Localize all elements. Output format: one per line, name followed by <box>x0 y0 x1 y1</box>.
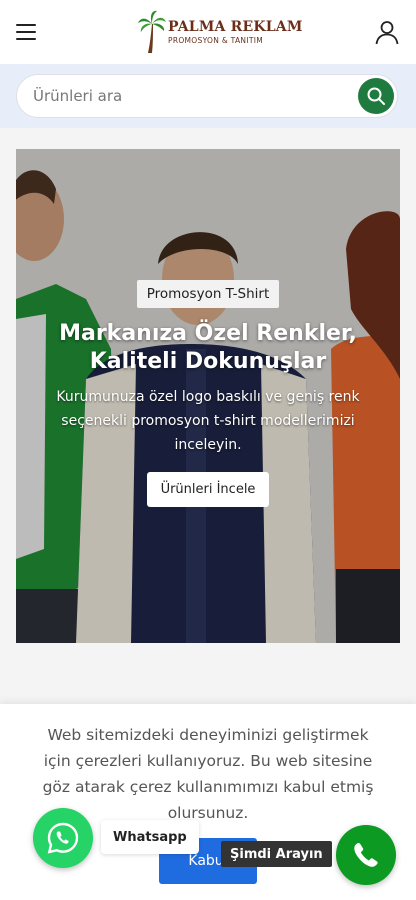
search-icon <box>367 87 385 105</box>
hero-description: Kurumunuza özel logo baskılı ve geniş re… <box>56 389 360 453</box>
search-box <box>16 74 398 118</box>
palm-tree-icon <box>138 10 166 53</box>
whatsapp-icon <box>47 822 79 854</box>
search-band <box>0 64 416 128</box>
whatsapp-label[interactable]: Whatsapp <box>101 820 199 854</box>
site-header: PALMA REKLAM PROMOSYON & TANITIM <box>0 0 416 64</box>
search-input[interactable] <box>33 87 333 105</box>
hero-title: Markanıza Özel Renkler, Kaliteli Dokunuş… <box>59 321 357 375</box>
hero-content: Promosyon T-Shirt Markanıza Özel Renkler… <box>16 280 400 507</box>
hero-badge: Promosyon T-Shirt <box>136 280 280 308</box>
site-logo[interactable]: PALMA REKLAM PROMOSYON & TANITIM <box>138 10 303 54</box>
logo-tagline: PROMOSYON & TANITIM <box>168 35 263 45</box>
browse-products-button[interactable]: Ürünleri İncele <box>146 471 270 507</box>
whatsapp-button[interactable] <box>33 808 93 868</box>
hamburger-menu-icon[interactable] <box>16 22 40 42</box>
search-button[interactable] <box>358 78 394 114</box>
cookie-message: Web sitemizdeki deneyiminizi geliştirmek… <box>42 726 374 823</box>
logo-name: PALMA REKLAM <box>168 18 303 35</box>
hero-banner[interactable]: Promosyon T-Shirt Markanıza Özel Renkler… <box>16 149 400 643</box>
call-now-label[interactable]: Şimdi Arayın <box>221 841 332 867</box>
user-icon[interactable] <box>374 19 400 45</box>
phone-icon <box>354 843 378 867</box>
page: PALMA REKLAM PROMOSYON & TANITIM Ürünler… <box>0 0 416 900</box>
call-button[interactable] <box>336 825 396 885</box>
